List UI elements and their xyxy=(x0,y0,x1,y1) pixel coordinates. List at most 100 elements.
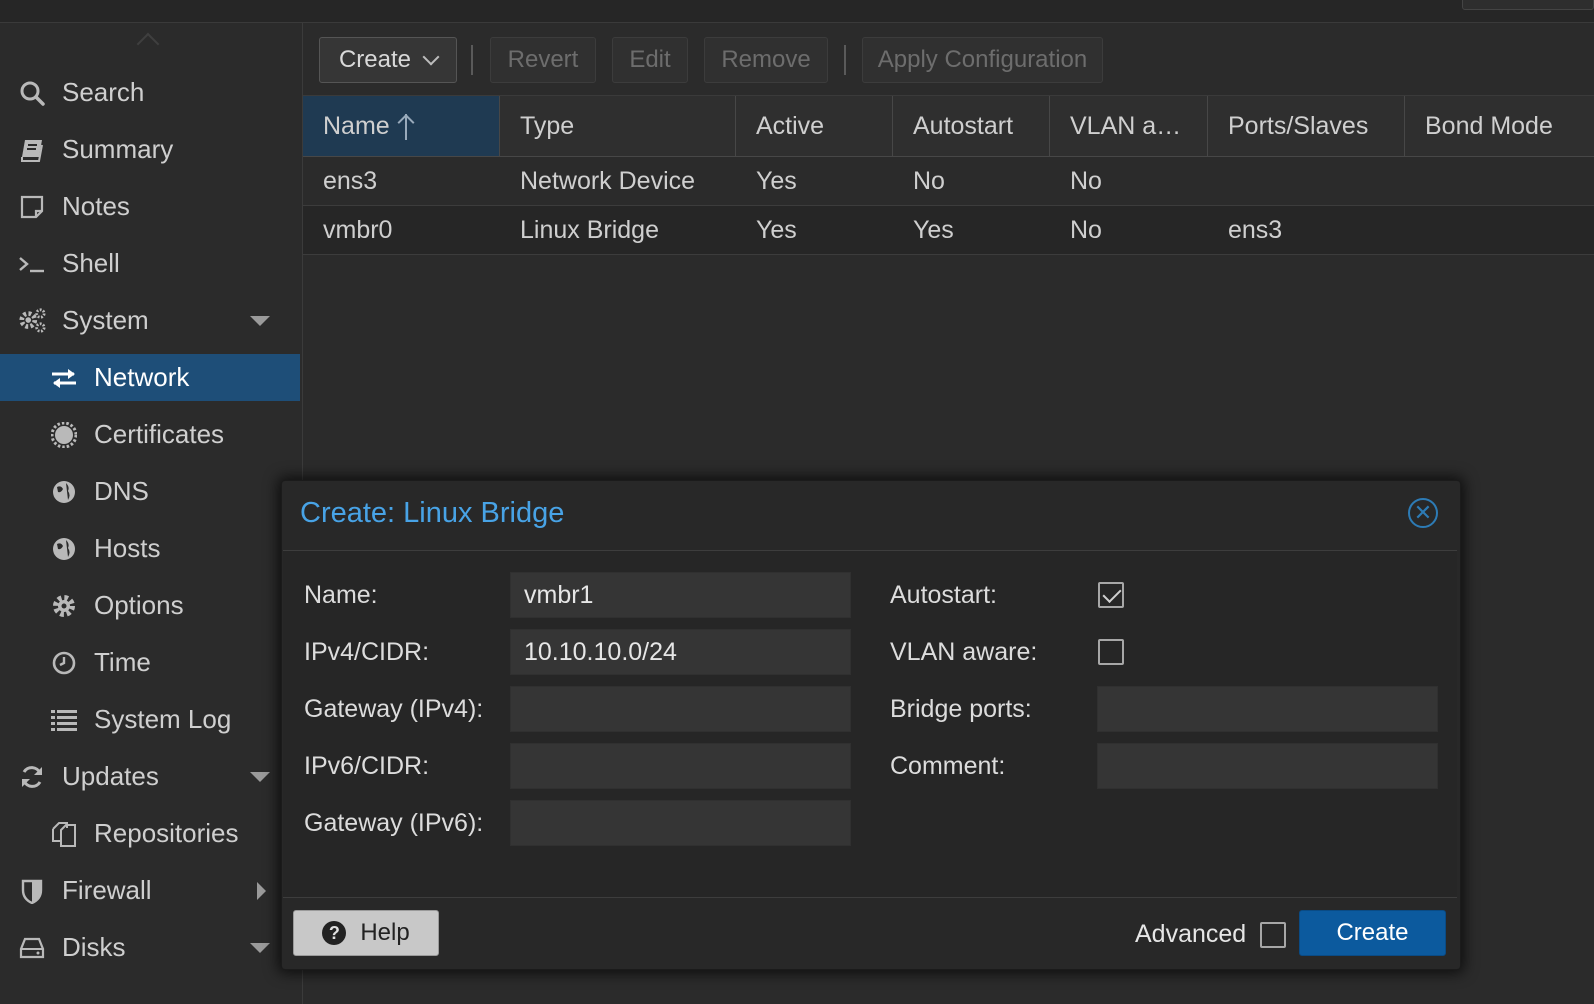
list-icon xyxy=(50,706,78,734)
chevron-down-icon[interactable] xyxy=(250,942,270,953)
sidebar-item-firewall[interactable]: Firewall xyxy=(0,867,300,914)
help-button[interactable]: ? Help xyxy=(293,910,439,956)
sidebar-item-dns[interactable]: DNS xyxy=(0,468,300,515)
column-header-type[interactable]: Type xyxy=(500,96,736,156)
exchange-icon xyxy=(50,364,78,392)
column-header-label: Active xyxy=(756,111,825,140)
autostart-checkbox[interactable] xyxy=(1098,582,1124,608)
column-header-vlan-aware[interactable]: VLAN a… xyxy=(1050,96,1208,156)
table-row[interactable]: vmbr0 Linux Bridge Yes Yes No ens3 xyxy=(303,206,1594,255)
gears-icon xyxy=(18,307,46,335)
create-button-label: Create xyxy=(338,46,412,73)
column-header-active[interactable]: Active xyxy=(736,96,893,156)
toolbar-separator xyxy=(844,45,846,75)
sidebar-item-hosts[interactable]: Hosts xyxy=(0,525,300,572)
remove-button-label: Remove xyxy=(721,46,811,73)
sidebar-item-label: System xyxy=(62,305,149,335)
sidebar-item-label: Summary xyxy=(62,134,174,164)
sidebar-item-time[interactable]: Time xyxy=(0,639,300,686)
gateway-ipv6-input[interactable] xyxy=(510,800,851,846)
apply-configuration-button[interactable]: Apply Configuration xyxy=(862,37,1103,83)
chevron-right-icon[interactable] xyxy=(257,881,266,900)
sidebar-item-shell[interactable]: Shell xyxy=(0,240,300,287)
create-button[interactable]: Create xyxy=(1299,910,1446,956)
column-header-label: Ports/Slaves xyxy=(1228,111,1369,140)
globe-icon xyxy=(50,535,78,563)
name-input[interactable]: vmbr1 xyxy=(510,572,851,618)
sidebar-item-label: Disks xyxy=(62,932,126,962)
close-icon[interactable]: ✕ xyxy=(1408,498,1438,528)
advanced-label: Advanced xyxy=(1135,919,1247,948)
chevron-down-icon[interactable] xyxy=(250,315,270,326)
gateway-ipv4-input[interactable] xyxy=(510,686,851,732)
sidebar-item-disks[interactable]: Disks xyxy=(0,924,300,971)
remove-button[interactable]: Remove xyxy=(704,37,828,83)
ipv6-cidr-input[interactable] xyxy=(510,743,851,789)
gateway-ipv4-label: Gateway (IPv4): xyxy=(304,694,484,723)
sidebar-item-label: Updates xyxy=(62,761,159,791)
gear-icon xyxy=(50,592,78,620)
column-header-autostart[interactable]: Autostart xyxy=(893,96,1050,156)
sidebar: Search Summary Notes Shell System Networ… xyxy=(0,23,303,1004)
shield-icon xyxy=(18,877,46,905)
globe-icon xyxy=(50,478,78,506)
top-bar xyxy=(0,0,1594,23)
bridge-ports-input[interactable] xyxy=(1097,686,1438,732)
sidebar-item-notes[interactable]: Notes xyxy=(0,183,300,230)
question-circle-icon: ? xyxy=(322,921,347,945)
table-row[interactable]: ens3 Network Device Yes No No xyxy=(303,157,1594,206)
comment-label: Comment: xyxy=(890,751,1006,780)
sidebar-item-system-log[interactable]: System Log xyxy=(0,696,300,743)
chevron-down-icon[interactable] xyxy=(250,771,270,782)
sidebar-item-repositories[interactable]: Repositories xyxy=(0,810,300,857)
sidebar-item-label: System Log xyxy=(94,704,232,734)
sidebar-item-label: Hosts xyxy=(94,533,161,563)
column-header-label: Type xyxy=(520,111,575,140)
book-icon xyxy=(18,136,46,164)
column-header-ports-slaves[interactable]: Ports/Slaves xyxy=(1208,96,1405,156)
sidebar-item-label: Firewall xyxy=(62,875,152,905)
column-header-label: VLAN a… xyxy=(1070,111,1182,140)
vlan-aware-checkbox[interactable] xyxy=(1098,639,1124,665)
scroll-up-icon[interactable] xyxy=(136,32,160,56)
sidebar-item-options[interactable]: Options xyxy=(0,582,300,629)
edit-button-label: Edit xyxy=(629,46,671,73)
cell-type: Linux Bridge xyxy=(520,215,659,244)
cell-ports: ens3 xyxy=(1228,215,1283,244)
dialog-form: Name: vmbr1 IPv4/CIDR: 10.10.10.0/24 Gat… xyxy=(283,550,1457,898)
cell-vlan-aware: No xyxy=(1070,166,1102,195)
cell-type: Network Device xyxy=(520,166,696,195)
ipv4-cidr-label: IPv4/CIDR: xyxy=(304,637,430,666)
sidebar-item-label: Notes xyxy=(62,191,130,221)
sidebar-item-search[interactable]: Search xyxy=(0,69,300,116)
top-bar-control[interactable] xyxy=(1462,0,1594,10)
note-icon xyxy=(18,193,46,221)
files-icon xyxy=(50,820,78,848)
sidebar-item-label: Options xyxy=(94,590,184,620)
sidebar-item-label: DNS xyxy=(94,476,149,506)
sidebar-item-label: Time xyxy=(94,647,151,677)
clock-icon xyxy=(50,649,78,677)
column-header-label: Name xyxy=(323,111,390,140)
column-header-bond-mode[interactable]: Bond Mode xyxy=(1405,96,1594,156)
sidebar-item-label: Search xyxy=(62,77,145,107)
create-menu-button[interactable]: Create xyxy=(319,37,457,83)
cell-active: Yes xyxy=(756,166,797,195)
comment-input[interactable] xyxy=(1097,743,1438,789)
sidebar-item-label: Network xyxy=(94,362,190,392)
ipv4-cidr-input[interactable]: 10.10.10.0/24 xyxy=(510,629,851,675)
sidebar-item-summary[interactable]: Summary xyxy=(0,126,300,173)
revert-button-label: Revert xyxy=(507,46,579,73)
sidebar-item-network[interactable]: Network xyxy=(0,354,300,401)
edit-button[interactable]: Edit xyxy=(612,37,688,83)
sidebar-item-label: Shell xyxy=(62,248,120,278)
advanced-checkbox[interactable] xyxy=(1260,922,1286,948)
vlan-aware-label: VLAN aware: xyxy=(890,637,1038,666)
sidebar-item-certificates[interactable]: Certificates xyxy=(0,411,300,458)
column-header-name[interactable]: Name xyxy=(303,96,500,156)
chevron-down-icon xyxy=(422,48,440,66)
autostart-label: Autostart: xyxy=(890,580,997,609)
sidebar-item-system[interactable]: System xyxy=(0,297,300,344)
revert-button[interactable]: Revert xyxy=(490,37,596,83)
sidebar-item-updates[interactable]: Updates xyxy=(0,753,300,800)
